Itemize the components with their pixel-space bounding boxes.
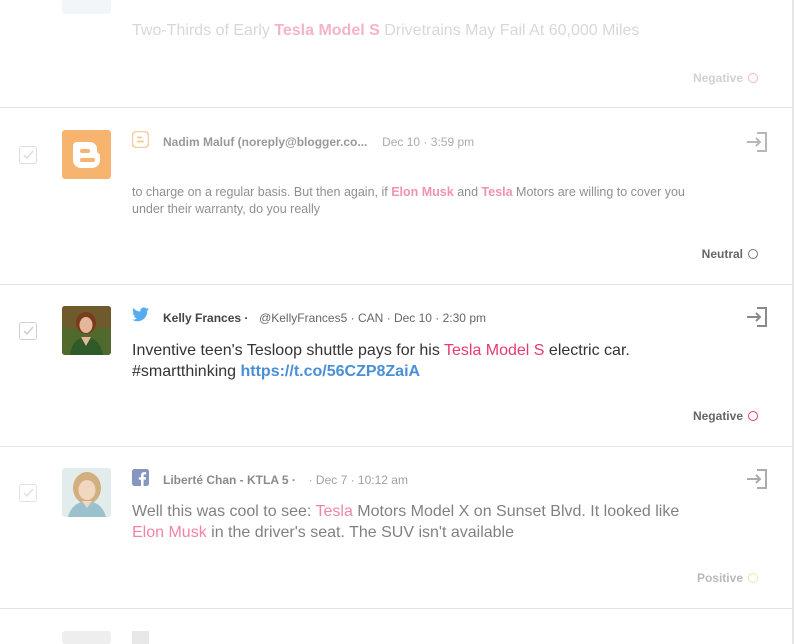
keyword-highlight: Elon Musk <box>132 524 207 541</box>
mention-feed: Two-Thirds of Early Tesla Model S Drivet… <box>0 0 794 644</box>
author-name[interactable]: Liberté Chan - KTLA 5 · <box>163 473 296 487</box>
sentiment-label: Positive <box>696 571 743 585</box>
sentiment-dot-icon <box>748 249 758 259</box>
mention-row[interactable]: Nadim Maluf (noreply@blogger.co... Dec 1… <box>0 108 792 285</box>
text-segment: to charge on a regular basis. But then a… <box>132 185 392 199</box>
assign-icon[interactable] <box>745 468 769 490</box>
keyword-highlight: Tesla <box>315 503 353 520</box>
text-segment: and <box>453 185 482 199</box>
keyword-highlight: Tesla <box>481 185 513 199</box>
mention-row[interactable] <box>0 609 792 644</box>
text-segment: Well this was cool to see: <box>132 503 316 520</box>
tweet-link[interactable]: https://t.co/56CZP8ZaiA <box>241 363 421 380</box>
author-handle-and-time[interactable]: @KellyFrances5 · CAN · Dec 10 · 2:30 pm <box>259 311 486 325</box>
avatar <box>62 631 111 644</box>
mention-text: Two-Thirds of Early Tesla Model S Drivet… <box>132 20 692 41</box>
sentiment-badge[interactable]: Negative <box>693 409 758 423</box>
text-segment: Two-Thirds of Early <box>132 22 275 39</box>
keyword-highlight: Tesla Model S <box>443 342 545 359</box>
sentiment-badge[interactable]: Positive <box>697 571 758 585</box>
author-name[interactable]: Nadim Maluf (noreply@blogger.co... <box>163 135 367 149</box>
avatar <box>62 130 111 179</box>
timestamp[interactable]: · Dec 7 · 10:12 am <box>309 473 408 487</box>
mention-row[interactable]: Liberté Chan - KTLA 5 · · Dec 7 · 10:12 … <box>0 447 792 609</box>
text-segment: Motors Model X on Sunset Blvd. It looked… <box>352 503 680 520</box>
sentiment-dot-icon <box>748 411 758 421</box>
assign-icon[interactable] <box>745 306 769 328</box>
keyword-highlight: Tesla Model S <box>274 22 380 39</box>
mention-meta: Kelly Frances · @KellyFrances5 · CAN · D… <box>163 311 486 325</box>
mention-text: to charge on a regular basis. But then a… <box>132 184 692 218</box>
mention-row[interactable]: Kelly Frances · @KellyFrances5 · CAN · D… <box>0 285 792 447</box>
avatar <box>62 0 111 14</box>
facebook-icon <box>132 469 149 486</box>
mention-meta: Nadim Maluf (noreply@blogger.co... Dec 1… <box>163 135 474 149</box>
user-photo-icon <box>62 306 111 355</box>
row-checkbox[interactable] <box>19 146 37 164</box>
blogger-logo-icon <box>73 142 100 168</box>
source-icon <box>132 631 149 644</box>
row-checkbox[interactable] <box>19 484 37 502</box>
check-icon <box>23 150 34 160</box>
sentiment-badge[interactable]: Negative <box>693 71 758 85</box>
mention-row[interactable]: Two-Thirds of Early Tesla Model S Drivet… <box>0 0 792 108</box>
text-segment: Drivetrains May Fail At 60,000 Miles <box>379 22 640 39</box>
sentiment-label: Negative <box>692 409 743 423</box>
twitter-bird-icon <box>132 307 149 324</box>
mention-text: Inventive teen's Tesloop shuttle pays fo… <box>132 340 692 382</box>
assign-icon[interactable] <box>745 131 769 153</box>
timestamp[interactable]: Dec 10 · 3:59 pm <box>382 135 474 149</box>
sentiment-badge[interactable]: Neutral <box>702 247 758 261</box>
keyword-highlight: Elon Musk <box>391 185 454 199</box>
mention-text: Well this was cool to see: Tesla Motors … <box>132 501 692 543</box>
text-segment: Inventive teen's Tesloop shuttle pays fo… <box>132 342 444 359</box>
blogger-icon <box>131 130 150 149</box>
user-photo-icon <box>62 468 111 517</box>
row-checkbox[interactable] <box>19 322 37 340</box>
text-segment: in the driver's seat. The SUV isn't avai… <box>206 524 514 541</box>
avatar <box>62 306 111 355</box>
sentiment-label: Negative <box>692 71 743 85</box>
mention-meta: Liberté Chan - KTLA 5 · · Dec 7 · 10:12 … <box>163 473 408 487</box>
sentiment-dot-icon <box>748 573 758 583</box>
sentiment-dot-icon <box>748 73 758 83</box>
sentiment-label: Neutral <box>701 247 743 261</box>
check-icon <box>23 326 34 336</box>
avatar <box>62 468 111 517</box>
check-icon <box>23 488 34 498</box>
author-name[interactable]: Kelly Frances · <box>163 311 248 325</box>
